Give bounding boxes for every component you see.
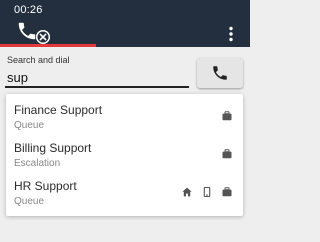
contact-type: Queue	[14, 196, 45, 207]
contact-name: HR Support	[14, 179, 77, 193]
contact-name: Billing Support	[14, 141, 92, 155]
list-item[interactable]: Billing Support Escalation	[6, 134, 243, 172]
contact-type: Escalation	[14, 158, 61, 169]
call-progress-accent	[0, 44, 96, 47]
more-vertical-icon[interactable]	[228, 26, 234, 42]
phone-icon	[213, 66, 227, 80]
contact-type: Queue	[14, 120, 45, 131]
briefcase-icon	[222, 149, 232, 159]
mobile-icon	[203, 187, 211, 197]
briefcase-icon	[222, 111, 232, 121]
home-icon	[182, 187, 192, 197]
briefcase-icon	[222, 187, 232, 197]
end-call-icon[interactable]	[35, 29, 51, 45]
call-header: 00:26	[0, 0, 250, 47]
list-item[interactable]: Finance Support Queue	[6, 96, 243, 134]
dial-button[interactable]	[197, 58, 243, 88]
search-results-list: Finance Support Queue Billing Support Es…	[6, 94, 243, 216]
call-timer: 00:26	[14, 4, 43, 16]
list-item[interactable]: HR Support Queue	[6, 172, 243, 210]
search-label: Search and dial	[7, 55, 70, 65]
search-input[interactable]	[5, 68, 189, 88]
contact-name: Finance Support	[14, 103, 103, 117]
